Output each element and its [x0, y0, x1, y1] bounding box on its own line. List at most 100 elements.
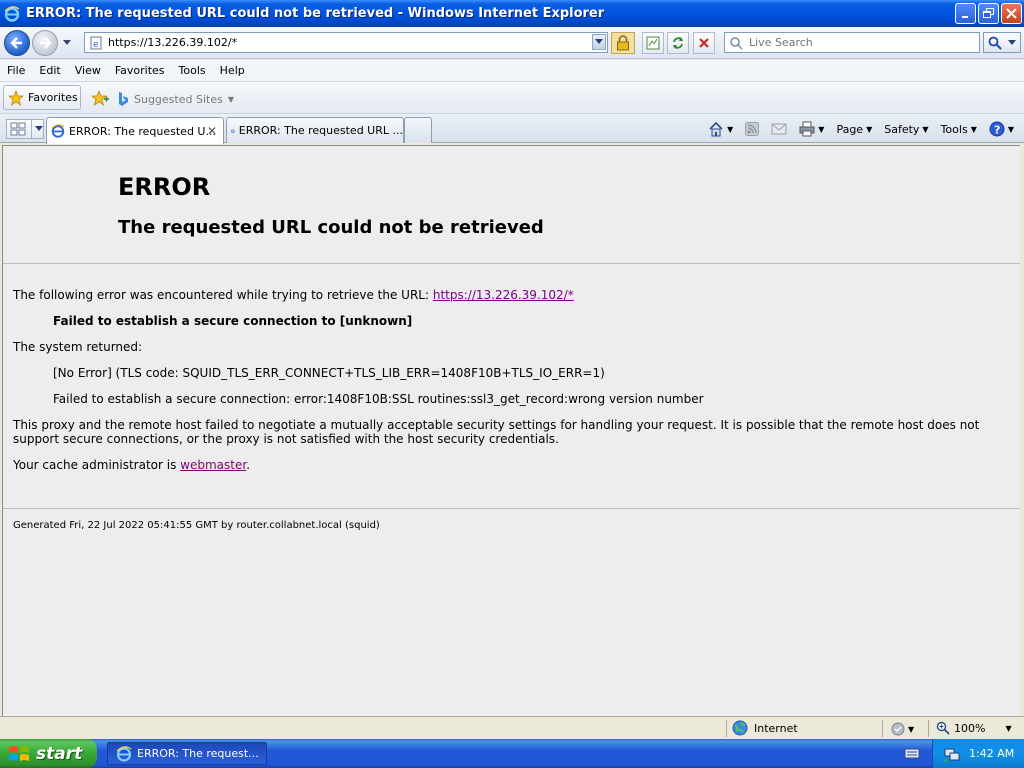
command-bar: ▼ ▼ Page ▼ Safety ▼ Tools ▼ ? ▼	[704, 118, 1018, 140]
window-right-border	[1020, 145, 1024, 716]
svg-text:?: ?	[994, 124, 1000, 137]
chevron-down-icon: ▼	[970, 124, 977, 134]
quick-tabs-icon	[10, 122, 26, 136]
restore-icon	[983, 8, 994, 18]
print-button[interactable]: ▼	[795, 121, 828, 137]
help-button[interactable]: ? ▼	[985, 121, 1018, 137]
zoom-icon	[936, 721, 950, 735]
address-toolbar: e	[0, 27, 1024, 59]
tools-menu-button[interactable]: Tools ▼	[937, 123, 981, 136]
zoom-level: 100%	[954, 721, 986, 735]
search-box[interactable]	[724, 32, 980, 53]
error-code: [No Error] (TLS code: SQUID_TLS_ERR_CONN…	[53, 366, 605, 380]
error-title: ERROR	[118, 173, 211, 201]
error-body: The following error was encountered whil…	[13, 288, 1013, 484]
tab-list-dropdown-icon[interactable]	[34, 125, 43, 133]
safety-menu-button[interactable]: Safety ▼	[880, 123, 932, 136]
internet-explorer-icon	[116, 745, 132, 762]
favorites-bar: Favorites Suggested Sites ▼	[0, 82, 1024, 114]
menu-view[interactable]: View	[68, 64, 108, 77]
minimize-button[interactable]	[955, 3, 976, 24]
address-bar[interactable]: e	[84, 32, 608, 53]
read-mail-button[interactable]	[767, 122, 791, 136]
search-input[interactable]	[749, 36, 969, 49]
tab-error-inactive[interactable]: ERROR: The requested URL ...	[226, 117, 404, 143]
lock-icon	[617, 35, 629, 51]
clock[interactable]: 1:42 AM	[969, 747, 1014, 760]
network-icon[interactable]	[943, 745, 961, 763]
status-bar: Internet ▼ 100% ▼	[0, 716, 1024, 739]
tools-menu-label: Tools	[940, 122, 968, 136]
admin-paragraph: Your cache administrator is webmaster.	[13, 458, 1013, 472]
window-titlebar[interactable]: ERROR: The requested URL could not be re…	[0, 0, 1024, 27]
recent-pages-dropdown-icon[interactable]	[62, 39, 72, 47]
close-tab-icon[interactable]: ✕	[207, 124, 217, 138]
compatibility-view-button[interactable]	[642, 32, 664, 54]
webmaster-link[interactable]: webmaster	[180, 458, 246, 472]
menu-help[interactable]: Help	[213, 64, 252, 77]
restore-button[interactable]	[978, 3, 999, 24]
status-separator	[928, 720, 929, 737]
minimize-icon	[962, 16, 968, 18]
close-window-button[interactable]	[1001, 3, 1022, 24]
footer-divider	[3, 508, 1020, 509]
menu-tools[interactable]: Tools	[172, 64, 213, 77]
back-button[interactable]	[4, 30, 30, 56]
stop-button[interactable]	[693, 32, 715, 54]
status-separator	[726, 720, 727, 737]
close-icon	[1006, 8, 1017, 19]
rss-feed-icon	[745, 122, 760, 136]
chevron-down-icon: ▼	[818, 124, 825, 134]
refresh-button[interactable]	[667, 32, 689, 54]
menu-favorites[interactable]: Favorites	[108, 64, 172, 77]
status-separator	[882, 720, 883, 737]
menu-file[interactable]: File	[0, 64, 32, 77]
suggested-sites-label: Suggested Sites	[134, 92, 223, 106]
feeds-button[interactable]	[741, 122, 763, 136]
menu-edit[interactable]: Edit	[32, 64, 67, 77]
chevron-down-icon: ▼	[727, 124, 734, 134]
stop-icon	[699, 38, 709, 48]
zone-label: Internet	[754, 721, 798, 735]
start-label: start	[36, 743, 83, 764]
taskbar-item-ie[interactable]: ERROR: The request...	[107, 742, 267, 765]
internet-explorer-icon	[231, 128, 235, 133]
home-button[interactable]: ▼	[704, 121, 737, 137]
back-arrow-icon	[10, 37, 22, 49]
keyboard-language-icon[interactable]	[904, 746, 920, 760]
forward-arrow-icon	[40, 37, 52, 49]
requested-url-link[interactable]: https://13.226.39.102/*	[433, 288, 574, 302]
quick-tabs-button[interactable]	[6, 119, 44, 139]
new-tab-button[interactable]	[404, 117, 432, 143]
system-returned-label: The system returned:	[13, 340, 143, 354]
tab-error-active[interactable]: ERROR: The requested U... ✕	[46, 117, 224, 144]
zoom-button[interactable]: 100% ▼	[936, 721, 1012, 735]
taskbar-item-label: ERROR: The request...	[137, 747, 259, 760]
refresh-icon	[673, 37, 683, 49]
error-detail: Failed to establish a secure connection:…	[53, 392, 704, 406]
svg-text:e: e	[93, 40, 99, 50]
chevron-down-icon	[595, 39, 603, 44]
protected-mode-button[interactable]: ▼	[890, 721, 914, 737]
security-lock-button[interactable]	[611, 32, 635, 54]
chevron-down-icon: ▼	[866, 124, 873, 134]
page-menu-button[interactable]: Page ▼	[832, 123, 876, 136]
forward-button[interactable]	[32, 30, 58, 56]
url-input[interactable]	[108, 36, 588, 49]
chevron-down-icon: ▼	[1005, 723, 1012, 733]
help-icon: ?	[989, 121, 1005, 137]
error-header: ERROR The requested URL could not be ret…	[3, 146, 1020, 264]
intro-paragraph: The following error was encountered whil…	[13, 288, 1013, 302]
url-dropdown-button[interactable]	[592, 34, 606, 50]
start-button[interactable]: start	[0, 739, 97, 768]
favorites-button[interactable]: Favorites	[3, 85, 81, 110]
add-to-favorites-bar-icon[interactable]	[91, 90, 109, 106]
windows-taskbar: start ERROR: The request... 1:42 AM	[0, 739, 1024, 768]
suggested-sites-button[interactable]: Suggested Sites ▼	[117, 91, 234, 107]
globe-icon	[732, 720, 748, 736]
search-button[interactable]	[983, 32, 1021, 53]
tab-label: ERROR: The requested U...	[69, 124, 216, 138]
security-zone[interactable]: Internet	[732, 720, 798, 736]
system-tray: 1:42 AM	[932, 739, 1024, 768]
live-search-icon	[730, 36, 743, 50]
